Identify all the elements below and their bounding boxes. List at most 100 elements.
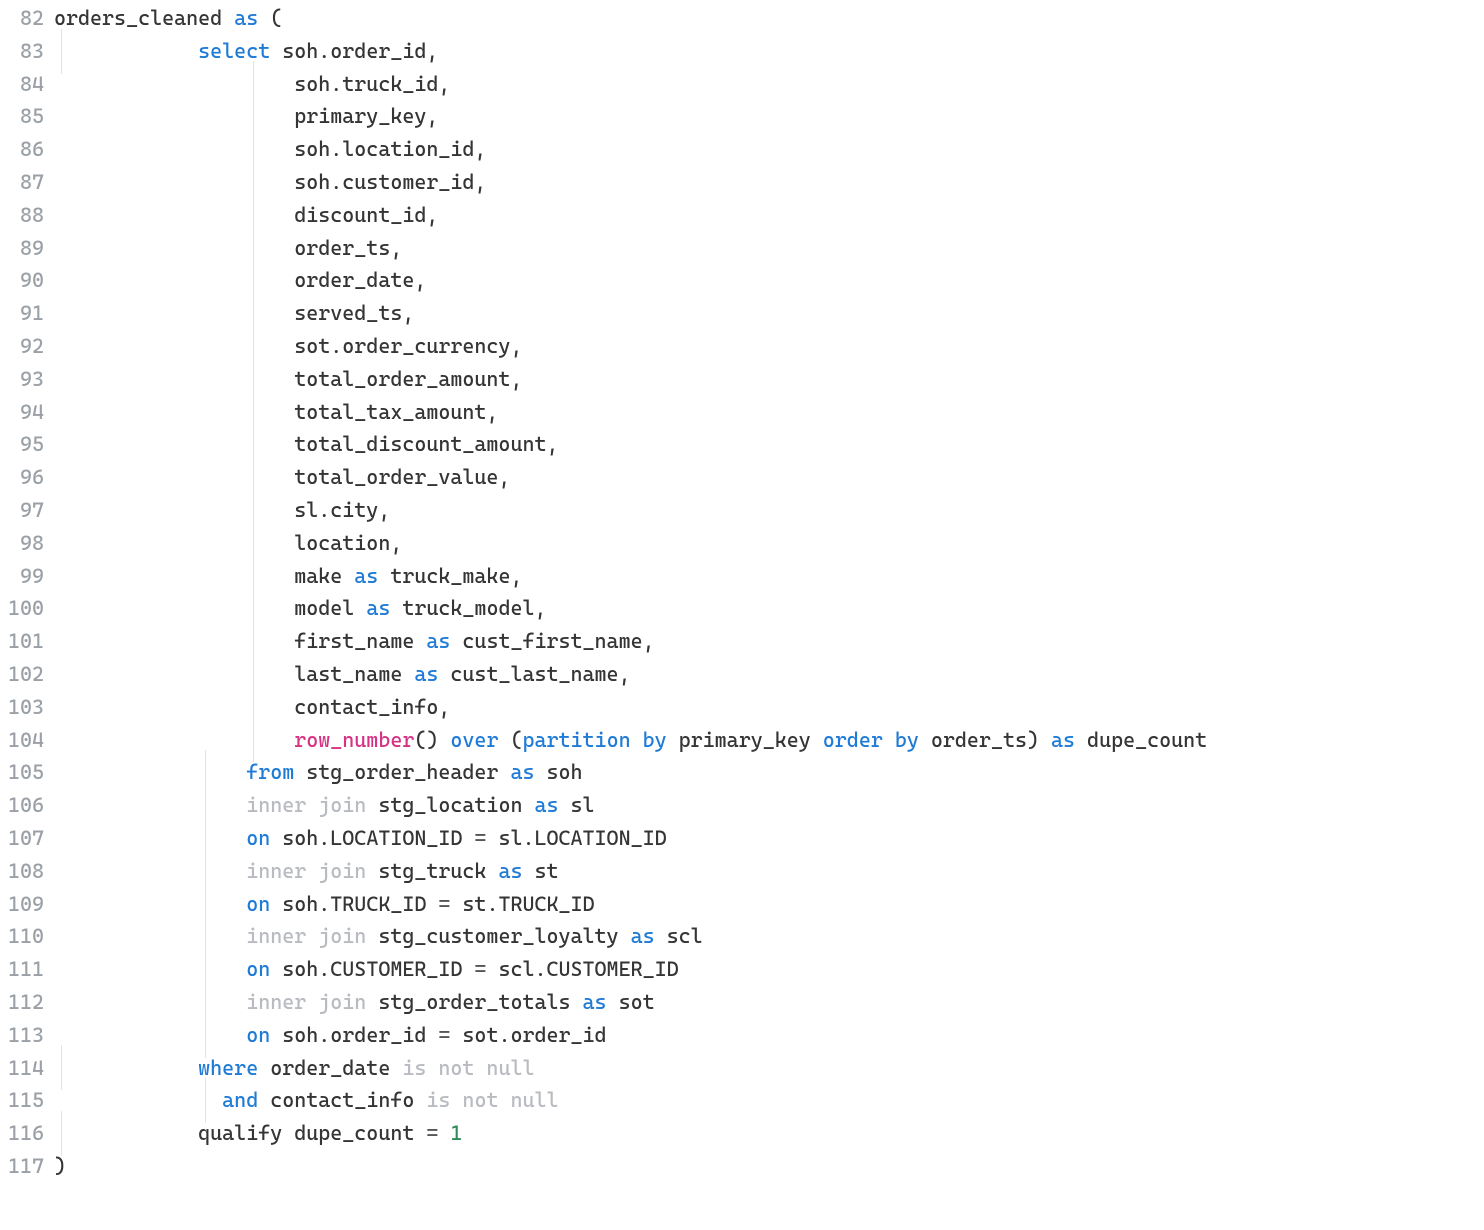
token: stg_customer_loyalty bbox=[366, 924, 630, 948]
code-line[interactable]: and contact_info is not null bbox=[54, 1084, 1484, 1117]
code-line[interactable]: inner join stg_truck as st bbox=[54, 855, 1484, 888]
indent bbox=[54, 724, 294, 757]
line-number: 103 bbox=[0, 691, 44, 724]
line-number: 90 bbox=[0, 264, 44, 297]
token: ( bbox=[498, 728, 522, 752]
token: on bbox=[246, 957, 270, 981]
code-line[interactable]: first_name as cust_first_name, bbox=[54, 625, 1484, 658]
indent bbox=[54, 1084, 222, 1117]
token: model bbox=[294, 596, 366, 620]
token: primary_key, bbox=[294, 104, 438, 128]
token: location, bbox=[294, 531, 402, 555]
token: as bbox=[498, 859, 522, 883]
code-editor[interactable]: 8283848586878889909192939495969798991001… bbox=[0, 0, 1484, 1189]
token: ) bbox=[54, 1154, 66, 1178]
code-line[interactable]: model as truck_model, bbox=[54, 592, 1484, 625]
code-line[interactable]: total_order_value, bbox=[54, 461, 1484, 494]
indent bbox=[54, 461, 294, 494]
line-number: 92 bbox=[0, 330, 44, 363]
token: stg_order_header bbox=[294, 760, 510, 784]
line-number: 89 bbox=[0, 232, 44, 265]
token: total_discount_amount, bbox=[294, 432, 558, 456]
token: stg_location bbox=[366, 793, 534, 817]
token: sl bbox=[559, 793, 595, 817]
code-line[interactable]: total_tax_amount, bbox=[54, 396, 1484, 429]
indent bbox=[54, 1117, 198, 1150]
token: primary_key bbox=[667, 728, 823, 752]
code-line[interactable]: on soh.TRUCK_ID = st.TRUCK_ID bbox=[54, 888, 1484, 921]
indent bbox=[54, 560, 294, 593]
code-line[interactable]: discount_id, bbox=[54, 199, 1484, 232]
line-number: 111 bbox=[0, 953, 44, 986]
token: order_date, bbox=[294, 268, 426, 292]
token: stg_truck bbox=[366, 859, 498, 883]
code-line[interactable]: last_name as cust_last_name, bbox=[54, 658, 1484, 691]
code-line[interactable]: select soh.order_id, bbox=[54, 35, 1484, 68]
code-line[interactable]: orders_cleaned as ( bbox=[54, 2, 1484, 35]
token: truck_make, bbox=[378, 564, 522, 588]
line-number: 95 bbox=[0, 428, 44, 461]
code-line[interactable]: qualify dupe_count = 1 bbox=[54, 1117, 1484, 1150]
code-line[interactable]: served_ts, bbox=[54, 297, 1484, 330]
indent bbox=[54, 625, 294, 658]
line-number-gutter: 8283848586878889909192939495969798991001… bbox=[0, 2, 54, 1183]
token: = bbox=[438, 892, 450, 916]
token: over bbox=[450, 728, 498, 752]
token: as bbox=[414, 662, 438, 686]
code-line[interactable]: sot.order_currency, bbox=[54, 330, 1484, 363]
code-line[interactable]: on soh.CUSTOMER_ID = scl.CUSTOMER_ID bbox=[54, 953, 1484, 986]
code-line[interactable]: contact_info, bbox=[54, 691, 1484, 724]
token: = bbox=[474, 826, 486, 850]
line-number: 93 bbox=[0, 363, 44, 396]
code-line[interactable]: row_number() over (partition by primary_… bbox=[54, 724, 1484, 757]
code-line[interactable]: total_discount_amount, bbox=[54, 428, 1484, 461]
token: soh.TRUCK_ID bbox=[270, 892, 438, 916]
code-line[interactable]: location, bbox=[54, 527, 1484, 560]
line-number: 88 bbox=[0, 199, 44, 232]
code-line[interactable]: soh.customer_id, bbox=[54, 166, 1484, 199]
token: st.TRUCK_ID bbox=[450, 892, 594, 916]
code-line[interactable]: inner join stg_order_totals as sot bbox=[54, 986, 1484, 1019]
code-line[interactable]: on soh.order_id = sot.order_id bbox=[54, 1019, 1484, 1052]
code-line[interactable]: inner join stg_customer_loyalty as scl bbox=[54, 920, 1484, 953]
token: discount_id, bbox=[294, 203, 438, 227]
line-number: 113 bbox=[0, 1019, 44, 1052]
token: = bbox=[426, 1121, 438, 1145]
token: soh.CUSTOMER_ID bbox=[270, 957, 474, 981]
token: dupe_count bbox=[1075, 728, 1207, 752]
token: on bbox=[246, 892, 270, 916]
indent bbox=[54, 822, 246, 855]
code-line[interactable]: total_order_amount, bbox=[54, 363, 1484, 396]
token: and bbox=[222, 1088, 258, 1112]
code-line[interactable]: ) bbox=[54, 1150, 1484, 1183]
token: last_name bbox=[294, 662, 414, 686]
code-line[interactable]: primary_key, bbox=[54, 100, 1484, 133]
token: where bbox=[198, 1056, 258, 1080]
token: total_order_amount, bbox=[294, 367, 522, 391]
line-number: 108 bbox=[0, 855, 44, 888]
token: soh.truck_id, bbox=[294, 72, 450, 96]
token: 1 bbox=[450, 1121, 462, 1145]
code-line[interactable]: where order_date is not null bbox=[54, 1052, 1484, 1085]
code-line[interactable]: soh.location_id, bbox=[54, 133, 1484, 166]
token: sot.order_currency, bbox=[294, 334, 522, 358]
code-line[interactable]: sl.city, bbox=[54, 494, 1484, 527]
token: = bbox=[474, 957, 486, 981]
token: sl.LOCATION_ID bbox=[486, 826, 666, 850]
token: select bbox=[198, 39, 270, 63]
code-line[interactable]: make as truck_make, bbox=[54, 560, 1484, 593]
token: soh.LOCATION_ID bbox=[270, 826, 474, 850]
code-line[interactable]: from stg_order_header as soh bbox=[54, 756, 1484, 789]
indent bbox=[54, 100, 294, 133]
code-line[interactable]: order_date, bbox=[54, 264, 1484, 297]
token: scl.CUSTOMER_ID bbox=[486, 957, 678, 981]
code-line[interactable]: soh.truck_id, bbox=[54, 68, 1484, 101]
indent bbox=[54, 396, 294, 429]
code-line[interactable]: on soh.LOCATION_ID = sl.LOCATION_ID bbox=[54, 822, 1484, 855]
indent bbox=[54, 1019, 246, 1052]
line-number: 107 bbox=[0, 822, 44, 855]
code-content[interactable]: orders_cleaned as ( select soh.order_id,… bbox=[54, 2, 1484, 1183]
code-line[interactable]: order_ts, bbox=[54, 232, 1484, 265]
code-line[interactable]: inner join stg_location as sl bbox=[54, 789, 1484, 822]
token: on bbox=[246, 826, 270, 850]
